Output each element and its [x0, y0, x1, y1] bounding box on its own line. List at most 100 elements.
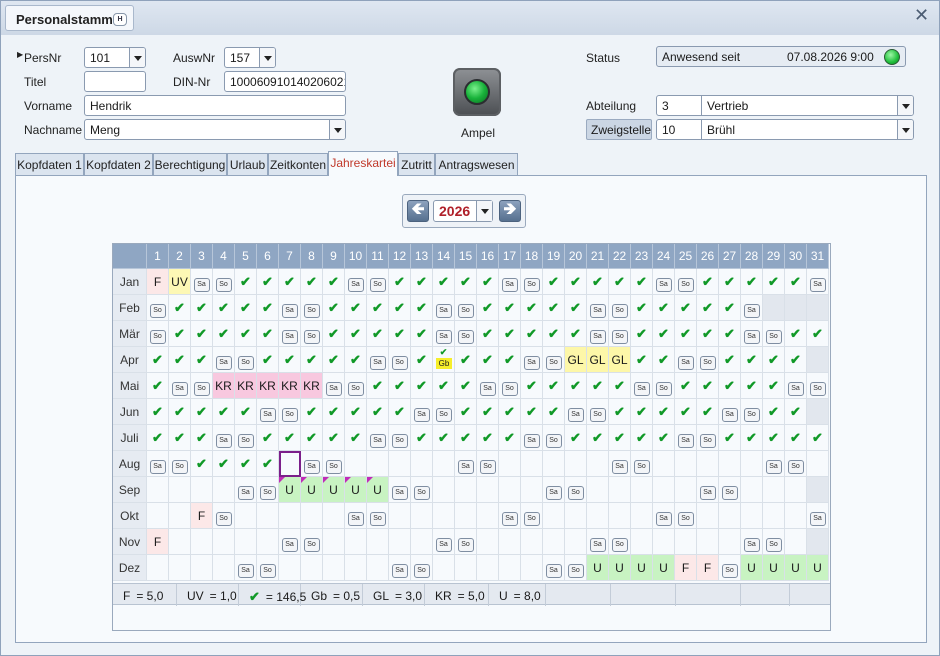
day-cell[interactable]: U — [367, 477, 389, 503]
day-cell[interactable]: Sa — [499, 503, 521, 529]
day-cell[interactable] — [191, 555, 213, 581]
abteilung-combobox[interactable]: Vertrieb — [701, 95, 914, 116]
day-cell[interactable]: ✔ — [433, 269, 455, 295]
day-cell[interactable]: So — [455, 529, 477, 555]
day-cell[interactable] — [411, 503, 433, 529]
day-cell[interactable]: ✔ — [741, 425, 763, 451]
day-cell[interactable]: ✔ — [323, 347, 345, 373]
day-cell[interactable]: ✔ — [565, 269, 587, 295]
day-cell[interactable]: ✔ — [411, 373, 433, 399]
day-cell[interactable] — [169, 477, 191, 503]
day-cell[interactable]: ✔ — [631, 347, 653, 373]
persnr-combobox[interactable]: 101 — [84, 47, 146, 68]
day-cell[interactable] — [741, 503, 763, 529]
day-cell[interactable]: Sa — [609, 451, 631, 477]
day-cell[interactable] — [785, 477, 807, 503]
auswnr-combobox[interactable]: 157 — [224, 47, 276, 68]
day-cell[interactable]: ✔ — [411, 347, 433, 373]
day-cell[interactable] — [631, 477, 653, 503]
day-cell[interactable]: ✔ — [345, 347, 367, 373]
day-cell[interactable]: Sa — [323, 373, 345, 399]
day-cell[interactable] — [543, 503, 565, 529]
day-cell[interactable] — [169, 529, 191, 555]
day-cell[interactable]: ✔ — [147, 373, 169, 399]
day-cell[interactable] — [521, 477, 543, 503]
day-cell[interactable]: ✔ — [675, 373, 697, 399]
tab-antragswesen[interactable]: Antragswesen — [435, 153, 518, 175]
day-cell[interactable]: ✔ — [367, 399, 389, 425]
day-cell[interactable]: Sa — [367, 425, 389, 451]
day-cell[interactable]: Sa — [763, 451, 785, 477]
day-cell[interactable]: ✔ — [323, 269, 345, 295]
day-cell[interactable] — [147, 503, 169, 529]
day-cell[interactable] — [697, 451, 719, 477]
day-cell[interactable]: ✔ — [301, 399, 323, 425]
day-cell[interactable] — [675, 477, 697, 503]
day-cell[interactable]: So — [147, 295, 169, 321]
day-cell[interactable]: ✔ — [609, 373, 631, 399]
titel-field[interactable] — [84, 71, 146, 92]
day-cell[interactable]: So — [411, 555, 433, 581]
day-cell[interactable]: So — [785, 451, 807, 477]
day-cell[interactable]: ✔ — [411, 269, 433, 295]
day-cell[interactable]: ✔ — [235, 451, 257, 477]
day-cell[interactable]: So — [763, 529, 785, 555]
day-cell[interactable]: So — [609, 321, 631, 347]
day-cell[interactable]: ✔ — [675, 321, 697, 347]
day-cell[interactable] — [147, 477, 169, 503]
day-cell[interactable]: KR — [257, 373, 279, 399]
day-cell[interactable]: U — [653, 555, 675, 581]
tab-zutritt[interactable]: Zutritt — [398, 153, 435, 175]
day-cell[interactable] — [477, 477, 499, 503]
day-cell[interactable] — [279, 555, 301, 581]
day-cell[interactable] — [257, 529, 279, 555]
day-cell[interactable]: Sa — [521, 347, 543, 373]
day-cell[interactable]: ✔ — [653, 321, 675, 347]
day-cell[interactable]: ✔ — [543, 295, 565, 321]
day-cell[interactable]: Sa — [169, 373, 191, 399]
window-title-tab[interactable]: Personalstamm H — [5, 5, 134, 31]
day-cell[interactable]: ✔ — [565, 373, 587, 399]
day-cell[interactable]: So — [807, 373, 829, 399]
day-cell[interactable]: KR — [213, 373, 235, 399]
day-cell[interactable]: ✔ — [477, 321, 499, 347]
tab-kopfdaten-2[interactable]: Kopfdaten 2 — [84, 153, 153, 175]
day-cell[interactable]: Sa — [345, 269, 367, 295]
day-cell[interactable] — [499, 555, 521, 581]
day-cell[interactable]: ✔ — [257, 347, 279, 373]
day-cell[interactable]: So — [675, 503, 697, 529]
day-cell[interactable]: ✔ — [455, 269, 477, 295]
day-cell[interactable]: ✔ — [411, 321, 433, 347]
day-cell[interactable]: So — [565, 477, 587, 503]
day-cell[interactable]: U — [785, 555, 807, 581]
day-cell[interactable]: ✔ — [169, 295, 191, 321]
day-cell[interactable]: Sa — [301, 451, 323, 477]
day-cell[interactable]: Sa — [675, 347, 697, 373]
day-cell[interactable]: Sa — [587, 321, 609, 347]
day-cell[interactable]: So — [191, 373, 213, 399]
day-cell[interactable]: ✔ — [609, 269, 631, 295]
day-cell[interactable]: ✔ — [389, 373, 411, 399]
day-cell[interactable] — [433, 477, 455, 503]
day-cell[interactable]: So — [697, 347, 719, 373]
day-cell[interactable]: So — [609, 529, 631, 555]
day-cell[interactable] — [741, 451, 763, 477]
day-cell[interactable]: ✔ — [675, 295, 697, 321]
day-cell[interactable]: ✔ — [675, 399, 697, 425]
day-cell[interactable] — [455, 477, 477, 503]
day-cell[interactable] — [719, 529, 741, 555]
day-cell[interactable]: ✔ — [543, 399, 565, 425]
help-icon[interactable]: H — [113, 13, 127, 26]
day-cell[interactable]: U — [763, 555, 785, 581]
close-icon[interactable]: ✕ — [914, 6, 929, 24]
day-cell[interactable]: Sa — [807, 269, 829, 295]
day-cell[interactable]: ✔ — [785, 347, 807, 373]
day-cell[interactable]: ✔ — [477, 399, 499, 425]
day-cell[interactable]: ✔ — [565, 321, 587, 347]
day-cell[interactable]: Sa — [367, 347, 389, 373]
day-cell[interactable] — [785, 529, 807, 555]
day-cell[interactable] — [389, 503, 411, 529]
day-cell[interactable]: ✔ — [543, 269, 565, 295]
day-cell[interactable] — [653, 451, 675, 477]
day-cell[interactable]: ✔ — [807, 321, 829, 347]
